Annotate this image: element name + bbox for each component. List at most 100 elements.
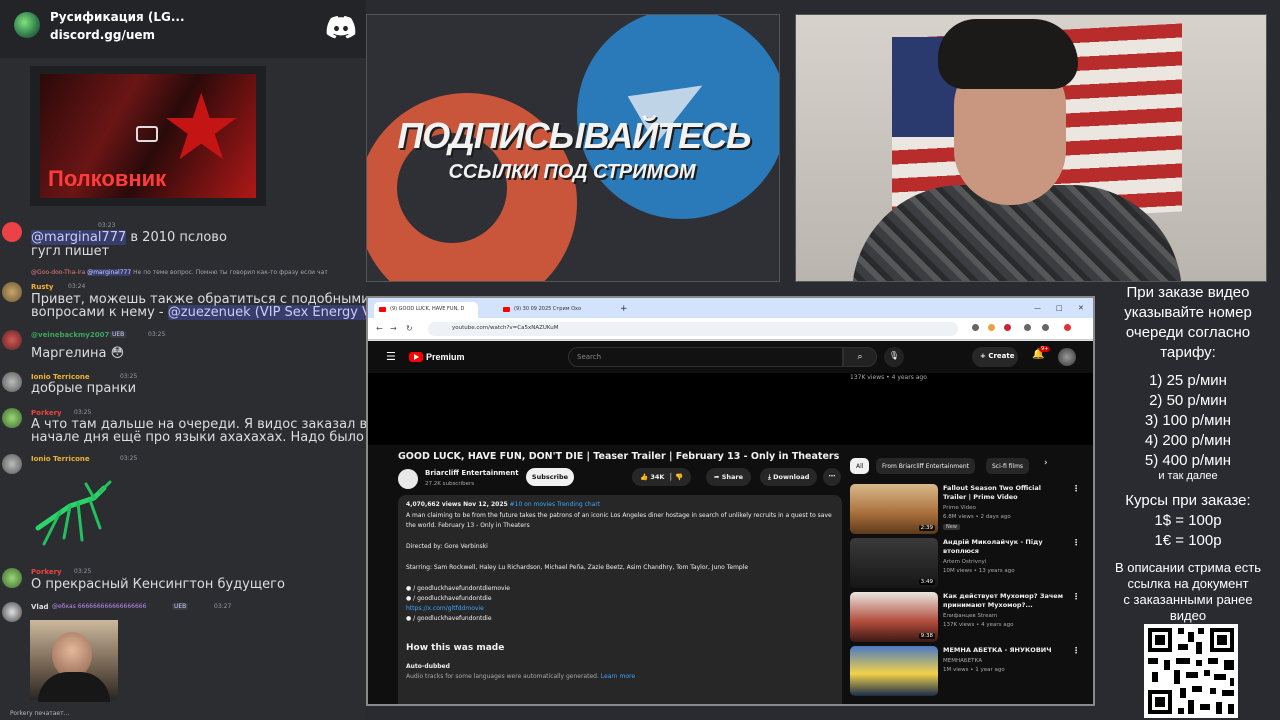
channel-name[interactable]: Briarcliff Entertainment xyxy=(425,469,519,477)
chip-from-channel[interactable]: From Briarcliff Entertainment xyxy=(876,458,976,474)
user-badge: UEB xyxy=(172,603,189,610)
server-invite[interactable]: discord.gg/uem xyxy=(50,28,155,42)
youtube-brand[interactable]: Premium xyxy=(426,352,465,362)
qr-code[interactable] xyxy=(1144,624,1238,718)
forward-icon[interactable]: → xyxy=(390,324,397,333)
info-line: тарифу: xyxy=(1160,344,1216,361)
url-field[interactable]: youtube.com/watch?v=Ca5xNAZUKuM xyxy=(428,322,958,336)
username[interactable]: Rusty xyxy=(31,283,53,291)
recommendation-item[interactable]: 3:49 Андрій Миколайчук - Піду втоплюся A… xyxy=(850,538,1090,590)
polkovnik-image: ★ Полковник xyxy=(40,74,256,198)
auto-dubbed-label: Auto-dubbed xyxy=(406,663,450,670)
username[interactable]: Porkery xyxy=(31,409,62,417)
download-button[interactable]: ⤓ Download xyxy=(760,468,818,486)
chat-message: 03:23 @marginal777 в 2010 пслово гугл пи… xyxy=(0,220,366,262)
extensions-puzzle-icon[interactable] xyxy=(1024,324,1031,331)
link-x[interactable]: https://x.com/gltfddmovie xyxy=(406,605,484,612)
more-vert-icon[interactable]: ⋮ xyxy=(1072,538,1080,547)
message-text: добрые пранки xyxy=(31,381,137,396)
link-facebook[interactable]: ● / goodluckhavefundontdiemovie xyxy=(406,585,510,592)
reply-preview[interactable]: @Goo-doo-Tha-ira @marginal777 Не по теме… xyxy=(31,269,328,276)
search-input[interactable]: Search xyxy=(568,347,843,367)
message-time: 03:27 xyxy=(214,603,232,610)
minimize-icon[interactable]: — xyxy=(1034,304,1041,312)
attached-video[interactable] xyxy=(30,620,118,702)
share-button[interactable]: ➦ Share xyxy=(706,468,752,486)
rec-title: МЕМНА АБЕТКА - ЯНУКОВИЧ xyxy=(943,646,1052,654)
extension-icon[interactable] xyxy=(988,324,995,331)
recommendation-item[interactable]: 9:38 Как действует Мухомор? Зачем приним… xyxy=(850,592,1090,644)
description-box[interactable]: 4,070,662 views Nov 12, 2025 #10 on movi… xyxy=(398,495,842,704)
chip-scifi[interactable]: Sci-fi films xyxy=(986,458,1030,474)
user-avatar[interactable] xyxy=(2,602,22,622)
user-mention[interactable]: @marginal777 xyxy=(31,230,127,245)
youtube-page: ☰ Premium Search ⌕ 🎙 + Create 🔔 9+ 137K … xyxy=(368,341,1093,704)
channel-avatar[interactable] xyxy=(398,469,418,489)
username[interactable]: @veinebackmy2007 xyxy=(31,331,109,339)
description-stats: 4,070,662 views Nov 12, 2025 #10 on movi… xyxy=(406,501,601,508)
chat-message: Porkery 03:25 А что там дальше на очеред… xyxy=(0,406,366,446)
server-header[interactable]: Русификация (LG... discord.gg/uem xyxy=(0,0,366,58)
more-vert-icon[interactable]: ⋮ xyxy=(1072,484,1080,493)
create-button[interactable]: + Create xyxy=(972,347,1018,367)
search-icon[interactable]: ⌕ xyxy=(843,347,877,367)
link-tiktok[interactable]: ● / goodluckhavefundontdie xyxy=(406,615,492,622)
username[interactable]: Ionio Terricone xyxy=(31,373,90,381)
back-icon[interactable]: ← xyxy=(376,324,383,333)
promo-title: ПОДПИСЫВАЙТЕСЬ xyxy=(397,115,751,156)
star-icon: ★ xyxy=(160,74,243,181)
more-vert-icon[interactable]: ⋮ xyxy=(1072,646,1080,655)
extension-icon[interactable] xyxy=(1004,324,1011,331)
tariff-item: 3) 100 р/мин xyxy=(1144,412,1232,429)
tab-youtube-video[interactable]: (9) GOOD LUCK, HAVE FUN, D xyxy=(374,302,478,318)
menu-icon[interactable] xyxy=(1064,324,1071,331)
microphone-icon[interactable]: 🎙 xyxy=(884,347,904,367)
more-vert-icon[interactable]: ⋮ xyxy=(1072,592,1080,601)
recommendation-item[interactable]: 2:39 Fallout Season Two Official Trailer… xyxy=(850,484,1090,536)
description-cast: Starring: Sam Rockwell, Haley Lu Richard… xyxy=(406,564,749,571)
recommendation-item[interactable]: МЕМНА АБЕТКА - ЯНУКОВИЧ МЕМНАБЕТКА 1M vi… xyxy=(850,646,1090,698)
chip-all[interactable]: All xyxy=(850,458,870,474)
like-button[interactable]: 👍 34K │ 👎 xyxy=(632,468,692,486)
more-actions-icon[interactable]: ⋯ xyxy=(823,468,841,486)
subscribe-button[interactable]: Subscribe xyxy=(526,468,574,486)
user-avatar[interactable] xyxy=(2,282,22,302)
description-director: Directed by: Gore Verbinski xyxy=(406,543,488,550)
menu-burger-icon[interactable]: ☰ xyxy=(386,350,396,363)
rate-eur: 1€ = 100р xyxy=(1154,532,1222,549)
webcam-feed xyxy=(795,14,1267,282)
reload-icon[interactable]: ↻ xyxy=(406,324,413,333)
user-avatar[interactable] xyxy=(2,372,22,392)
maximize-icon[interactable]: □ xyxy=(1056,304,1063,312)
embedded-image[interactable]: ★ Полковник xyxy=(30,66,266,206)
chevron-right-icon[interactable]: › xyxy=(1044,458,1048,468)
message-text: О прекрасный Кенсингтон будущего xyxy=(31,577,285,592)
chat-message: Ionio Terricone 03:25 добрые пранки xyxy=(0,370,366,398)
order-info-panel: При заказе видео указывайте номер очеред… xyxy=(1096,282,1280,720)
message-time: 03:25 xyxy=(120,373,138,380)
video-player[interactable] xyxy=(368,373,1093,445)
doc-note: с заказанными ранее xyxy=(1123,592,1253,607)
link-instagram[interactable]: ● / goodluckhavefundontdie xyxy=(406,595,492,602)
rate-usd: 1$ = 100р xyxy=(1154,512,1222,529)
message-time: 03:24 xyxy=(68,283,86,290)
username[interactable]: Porkery xyxy=(31,568,62,576)
chat-message: @veinebackmy2007 UEB 03:25 Маргелина 😳 xyxy=(0,328,366,362)
youtube-header: ☰ Premium Search ⌕ 🎙 + Create 🔔 9+ xyxy=(368,341,1093,373)
username[interactable]: Vlad xyxy=(31,603,49,611)
tab-youtube-stream[interactable]: (9) 30 09 2025 Стрим Охо xyxy=(498,302,602,318)
user-avatar[interactable] xyxy=(2,330,22,350)
user-avatar[interactable] xyxy=(2,454,22,474)
doc-note: ссылка на документ xyxy=(1127,576,1249,591)
username[interactable]: Ionio Terricone xyxy=(31,455,90,463)
extension-icon[interactable] xyxy=(972,324,979,331)
close-icon[interactable]: ✕ xyxy=(1078,304,1084,312)
user-mention[interactable]: @zuezenuek (VIP Sex Energy VIP) xyxy=(167,305,366,320)
account-avatar[interactable] xyxy=(1058,348,1076,366)
rec-channel: Елифанцев Stream xyxy=(943,613,998,619)
user-avatar[interactable] xyxy=(2,568,22,588)
rec-channel: Artem Ostrivnyi xyxy=(943,559,987,565)
profile-icon[interactable] xyxy=(1042,324,1049,331)
user-avatar[interactable] xyxy=(2,408,22,428)
new-tab-button[interactable]: + xyxy=(620,304,628,314)
